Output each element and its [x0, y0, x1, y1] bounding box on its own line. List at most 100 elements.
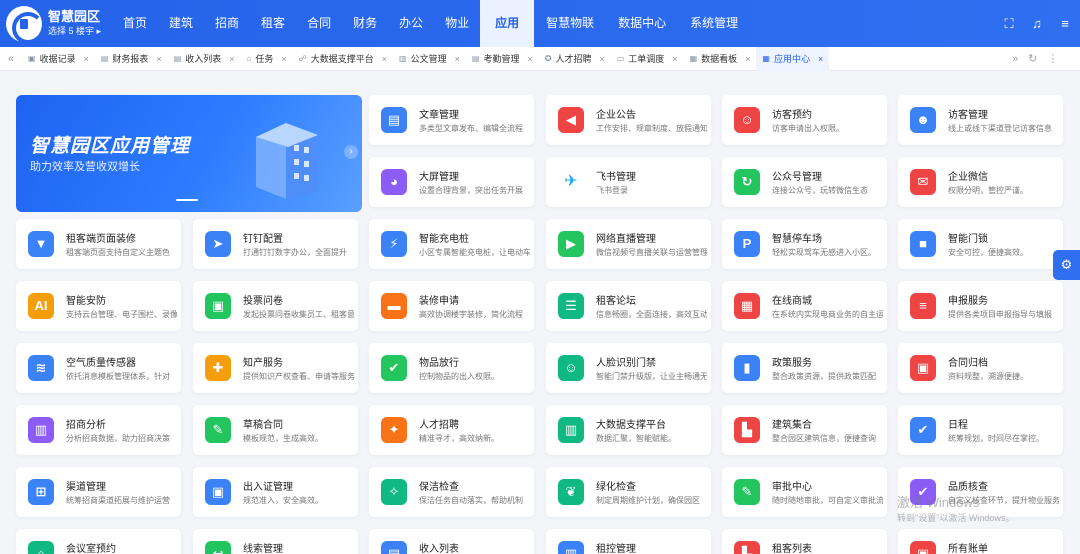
close-icon[interactable]: ×	[818, 54, 823, 64]
close-icon[interactable]: ×	[84, 54, 89, 64]
income-icon: ▤	[381, 541, 407, 554]
app-card[interactable]: ▥ 大数据支撑平台 数据汇聚，智能赋能。	[546, 405, 711, 455]
tab-scroll-right-icon[interactable]: »	[1012, 53, 1018, 65]
nav-item-4[interactable]: 合同	[296, 0, 342, 47]
fullscreen-icon[interactable]: ⛶	[1002, 16, 1016, 32]
refresh-icon[interactable]: ↻	[1028, 52, 1037, 65]
tab-5[interactable]: ▥ 公文管理 ×	[393, 47, 466, 71]
app-card[interactable]: ▶ 网络直播管理 微信视频号直播关联与运营管理	[546, 219, 711, 269]
app-card[interactable]: ✔ 日程 统筹规划，时间尽在掌控。	[898, 405, 1063, 455]
tab-1[interactable]: ▤ 财务报表 ×	[95, 47, 168, 71]
brand[interactable]: 智慧园区 选择 5 楼宇 ▸	[0, 0, 112, 47]
app-card[interactable]: ▬ 装修申请 高效协调楼宇装修，简化流程	[369, 281, 534, 331]
tab-9[interactable]: ▦ 数据看板 ×	[684, 47, 757, 71]
app-card[interactable]: ▥ 租控管理	[546, 529, 711, 554]
more-icon[interactable]: ⋮	[1047, 52, 1058, 65]
app-card[interactable]: ▣ 合同归档 资料规整，溯源便捷。	[898, 343, 1063, 393]
app-card[interactable]: ≡ 申报服务 提供各类项目申报指导与填报	[898, 281, 1063, 331]
app-card[interactable]: AI 智能安防 支持云台管理、电子围栏、录像	[16, 281, 181, 331]
banner-indicator[interactable]	[176, 199, 198, 201]
nav-item-10[interactable]: 数据中心	[606, 0, 678, 47]
banner-next-icon[interactable]: ›	[344, 145, 358, 159]
tab-scroll-left-icon[interactable]: «	[0, 53, 22, 65]
app-card[interactable]: ▼ 租客端页面装修 租客端页面支持自定义主题色	[16, 219, 181, 269]
tab-8[interactable]: ▭ 工单调度 ×	[611, 47, 684, 71]
app-card[interactable]: ▤ 收入列表	[369, 529, 534, 554]
app-card[interactable]: ☺ 人脸识别门禁 智能门禁升级版，让业主畅通无阻	[546, 343, 711, 393]
app-card-description: 分析招商数据，助力招商决策	[66, 434, 170, 443]
app-card[interactable]: ✔ 品质核查 自定义核查环节，提升物业服务	[898, 467, 1063, 517]
app-card-title: 大数据支撑平台	[596, 420, 666, 431]
tab-2[interactable]: ▤ 收入列表 ×	[168, 47, 241, 71]
app-card[interactable]: ✔ 物品放行 控制物品的出入权限。	[369, 343, 534, 393]
nav-item-1[interactable]: 建筑	[158, 0, 204, 47]
app-card[interactable]: ☰ 租客论坛 信息畅圈，全面连接，高效互动	[546, 281, 711, 331]
app-card[interactable]: ◀ 企业公告 工作安排、规章制度、放假通知	[546, 95, 711, 145]
close-icon[interactable]: ×	[672, 54, 677, 64]
nav-item-11[interactable]: 系统管理	[678, 0, 750, 47]
close-icon[interactable]: ×	[527, 54, 532, 64]
nav-item-7[interactable]: 物业	[434, 0, 480, 47]
app-card[interactable]: ✎ 审批中心 随时随地审批，可自定义审批流	[722, 467, 887, 517]
app-card[interactable]: ➤ 钉钉配置 打通钉钉数字办公，全面提升	[193, 219, 358, 269]
building-selector[interactable]: 选择 5 楼宇 ▸	[48, 25, 101, 38]
app-card-description: 保洁任务自动落实，帮助机制	[419, 496, 523, 505]
app-card[interactable]: ✈ 飞书管理 飞书登录	[546, 157, 711, 207]
bell-icon[interactable]: ♫	[1030, 16, 1044, 31]
app-card-title: 人才招聘	[419, 420, 459, 431]
app-card[interactable]: ▙ 建筑集合 整合园区建筑信息，便捷查询	[722, 405, 887, 455]
close-icon[interactable]: ×	[281, 54, 286, 64]
close-icon[interactable]: ×	[229, 54, 234, 64]
close-icon[interactable]: ×	[455, 54, 460, 64]
app-card[interactable]: ■ 智能门锁 安全可控，便捷高效。	[898, 219, 1063, 269]
app-banner[interactable]: 智慧园区应用管理 助力效率及营收双增长 ›	[16, 95, 362, 212]
app-card[interactable]: ☻ 访客管理 线上或线下渠道登记访客信息	[898, 95, 1063, 145]
app-card[interactable]: ✚ 知产服务 提供知识产权查看、申请等服务	[193, 343, 358, 393]
app-card[interactable]: ☺ 访客预约 访客申请出入权限。	[722, 95, 887, 145]
app-card-description: 发起投票问卷收集员工、租客意见	[243, 310, 354, 319]
app-card[interactable]: ▣ 出入证管理 规范准入，安全高效。	[193, 467, 358, 517]
app-card[interactable]: ▦ 在线商城 在系统内实现电商业务的自主运营	[722, 281, 887, 331]
nav-item-2[interactable]: 招商	[204, 0, 250, 47]
tab-0[interactable]: ▣ 收据记录 ×	[22, 47, 95, 71]
app-card[interactable]: ▙ 租客列表	[722, 529, 887, 554]
app-card[interactable]: ↻ 公众号管理 连接公众号，玩转微信生态	[722, 157, 887, 207]
close-icon[interactable]: ×	[156, 54, 161, 64]
nav-item-8[interactable]: 应用	[480, 0, 535, 47]
tab-page-icon: ▤	[173, 54, 182, 63]
app-card[interactable]: ❦ 绿化检查 制定周期维护计划，确保园区	[546, 467, 711, 517]
app-card[interactable]: ✎ 草稿合同 模板规范，生成高效。	[193, 405, 358, 455]
nav-item-0[interactable]: 首页	[112, 0, 158, 47]
nav-item-9[interactable]: 智慧物联	[534, 0, 606, 47]
app-card[interactable]: ▥ 招商分析 分析招商数据，助力招商决策	[16, 405, 181, 455]
app-card[interactable]: ✦ 人才招聘 精准寻才，高效纳新。	[369, 405, 534, 455]
floating-settings-gear-icon[interactable]: ⚙	[1053, 250, 1080, 280]
app-card[interactable]: ✉ 企业微信 权限分明，管控严谨。	[898, 157, 1063, 207]
tab-10[interactable]: ▦ 应用中心 ×	[756, 46, 830, 71]
tab-6[interactable]: ▤ 考勤管理 ×	[466, 47, 539, 71]
settings-sliders-icon[interactable]: ≡	[1058, 16, 1072, 31]
nav-item-5[interactable]: 财务	[342, 0, 388, 47]
app-card-title: 线索管理	[243, 544, 283, 554]
app-card[interactable]: ▣ 投票问卷 发起投票问卷收集员工、租客意见	[193, 281, 358, 331]
app-card[interactable]: ↩ 线索管理	[193, 529, 358, 554]
close-icon[interactable]: ×	[382, 54, 387, 64]
app-card[interactable]: ⚡ 智能充电桩 小区专属智能充电桩，让电动车	[369, 219, 534, 269]
app-card[interactable]: ▣ 所有账单	[898, 529, 1063, 554]
app-card[interactable]: ▤ 文章管理 多类型文章发布、编辑全流程	[369, 95, 534, 145]
nav-item-6[interactable]: 办公	[388, 0, 434, 47]
app-card[interactable]: ▮ 政策服务 整合政策资源，提供政策匹配	[722, 343, 887, 393]
app-card[interactable]: ≋ 空气质量传感器 依托消息模板管理体系，针对	[16, 343, 181, 393]
app-card[interactable]: ⌂ 会议室预约	[16, 529, 181, 554]
close-icon[interactable]: ×	[599, 54, 604, 64]
tab-7[interactable]: ✪ 人才招聘 ×	[539, 47, 611, 71]
app-card[interactable]: P 智慧停车场 轻松实现驾车无感进入小区。	[722, 219, 887, 269]
app-card[interactable]: ✧ 保洁检查 保洁任务自动落实，帮助机制	[369, 467, 534, 517]
tab-3[interactable]: ⌂ 任务 ×	[241, 47, 293, 71]
nav-item-3[interactable]: 租客	[250, 0, 296, 47]
app-card[interactable]: ⊞ 渠道管理 统筹招商渠道拓展与维护运营	[16, 467, 181, 517]
close-icon[interactable]: ×	[745, 54, 750, 64]
draft-icon: ✎	[205, 417, 231, 443]
tab-4[interactable]: ☍ 大数据支撑平台 ×	[293, 47, 393, 71]
app-card[interactable]: ◕ 大屏管理 设置合理背景，突出任务开展	[369, 157, 534, 207]
